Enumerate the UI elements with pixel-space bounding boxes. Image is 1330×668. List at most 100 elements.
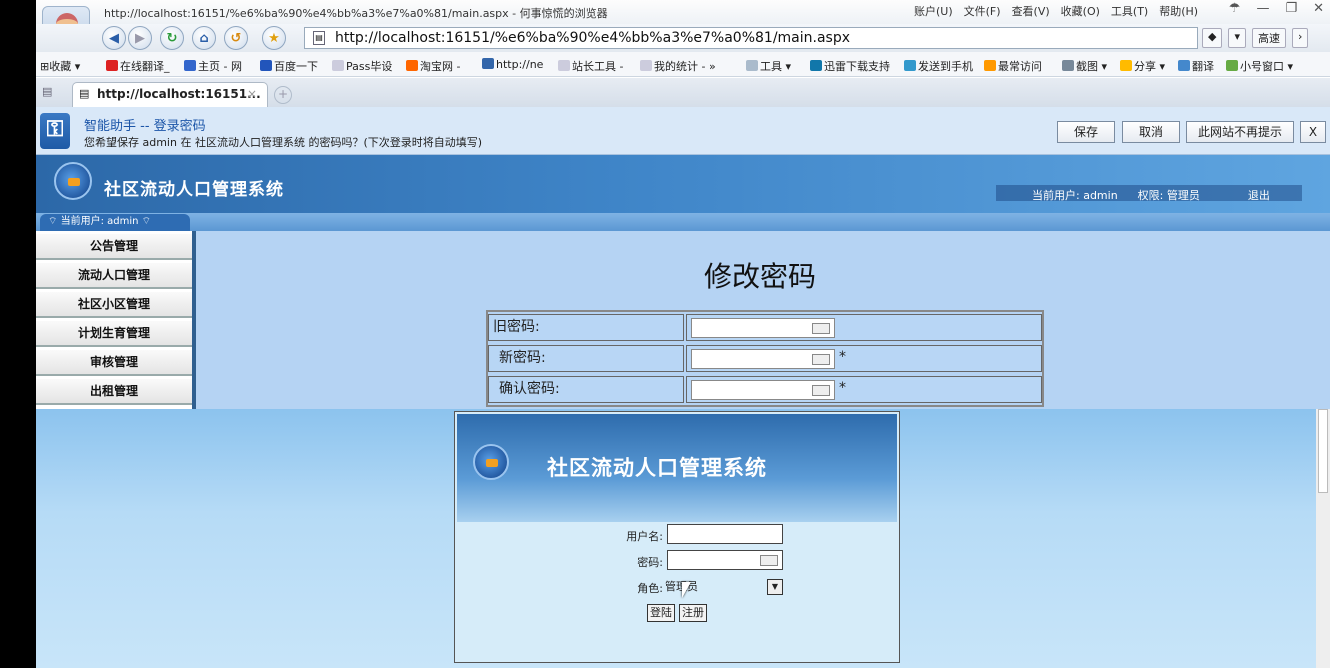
menu-bar: 账户(U) 文件(F) 查看(V) 收藏(O) 工具(T) 帮助(H) [914,3,1198,19]
refresh-icon[interactable]: ↻ [160,26,184,50]
required-mark: * [839,349,846,365]
xunlei-icon [810,60,822,71]
fav-http[interactable]: http://ne [482,58,543,71]
fav-collect[interactable]: ⊞收藏 ▾ [40,58,80,74]
current-user-tab: ⌔ 当前用户: admin ⌔ [40,214,190,231]
browser-window: http://localhost:16151/%e6%ba%90%e4%bb%a… [36,0,1330,668]
close-window-icon[interactable]: ✕ [1313,1,1324,16]
speed-button[interactable]: 高速 [1252,28,1286,48]
sidebar-item-floating-population[interactable]: 流动人口管理 [36,263,192,289]
more-icon[interactable]: › [1292,28,1309,48]
sidebar-item-community[interactable]: 社区小区管理 [36,292,192,318]
clock-icon [984,60,996,71]
fav-taobao[interactable]: 淘宝网 - [406,58,460,74]
register-button[interactable]: 注册 [679,604,707,622]
menu-account[interactable]: 账户(U) [914,3,953,19]
keyboard-icon[interactable] [812,354,830,365]
minimize-icon[interactable]: — [1256,1,1269,16]
app-name: 社区流动人口管理系统 [104,180,284,200]
fav-send-phone[interactable]: 发送到手机 [904,58,973,74]
fav-xunlei[interactable]: 迅雷下载支持 [810,58,890,74]
keyboard-icon[interactable] [812,323,830,334]
tab-main[interactable]: ▤ http://localhost:16151... × [72,82,268,107]
keyboard-icon[interactable] [812,385,830,396]
security-icon[interactable]: ◆ [1202,28,1223,48]
page-icon [640,60,652,71]
home-icon[interactable]: ⌂ [192,26,216,50]
vertical-scrollbar[interactable] [1316,409,1330,668]
fav-baidu[interactable]: 百度一下 [260,58,318,74]
fav-share[interactable]: 分享 ▾ [1120,58,1165,74]
fav-webmaster[interactable]: 站长工具 - [558,58,623,74]
undo-close-icon[interactable]: ↺ [224,26,248,50]
confirm-password-input[interactable] [691,380,835,400]
confirm-password-row: 确认密码: * [488,374,1042,405]
people-icon [1226,60,1238,71]
sidebar-item-rental[interactable]: 出租管理 [36,379,192,405]
menu-file[interactable]: 文件(F) [964,3,1001,19]
username-input[interactable] [667,524,783,544]
new-tab-icon[interactable]: + [274,86,292,104]
forward-icon[interactable]: ▶ [128,26,152,50]
login-header: 社区流动人口管理系统 [457,414,897,522]
menu-tools[interactable]: 工具(T) [1111,3,1148,19]
tab-close-icon[interactable]: × [247,83,257,105]
mouse-cursor-icon [682,582,691,598]
old-password-label: 旧密码: [488,314,684,341]
fav-small-window[interactable]: 小号窗口 ▾ [1226,58,1293,74]
main-content: 公告管理 流动人口管理 社区小区管理 计划生育管理 审核管理 出租管理 修改密码… [36,231,1330,409]
back-icon[interactable]: ◀ [102,26,126,50]
fav-stats[interactable]: 我的统计 - » [640,58,716,74]
login-box: 社区流动人口管理系统 用户名: 密码: 角色: 管理员 ▼ 登陆 注册 [454,411,900,663]
menu-favorites[interactable]: 收藏(O) [1061,3,1100,19]
sidebar-item-audit[interactable]: 审核管理 [36,350,192,376]
fav-most-visited[interactable]: 最常访问 [984,58,1042,74]
keyboard-icon[interactable] [760,555,778,566]
chevron-down-icon[interactable]: ▼ [767,579,783,595]
cancel-button[interactable]: 取消 [1122,121,1180,143]
fav-screenshot[interactable]: 截图 ▾ [1062,58,1107,74]
login-button[interactable]: 登陆 [647,604,675,622]
fav-tools[interactable]: 工具 ▾ [746,58,791,74]
phone-icon [904,60,916,71]
favorite-star-icon[interactable]: ★ [262,26,286,50]
helper-message: 您希望保存 admin 在 社区流动人口管理系统 的密码吗？(下次登录时将自动填… [84,136,483,149]
logout-link[interactable]: 退出 [1248,187,1270,203]
baidu-icon [260,60,272,71]
header-role: 权限: 管理员 [1137,189,1200,202]
title-bar: http://localhost:16151/%e6%ba%90%e4%bb%a… [36,0,1330,24]
menu-help[interactable]: 帮助(H) [1159,3,1198,19]
change-password-form: 旧密码: 新密码: * 确认密码: * [486,310,1044,407]
share-icon [1120,60,1132,71]
chart-icon [482,58,494,69]
never-prompt-button[interactable]: 此网站不再提示 [1186,121,1294,143]
username-label: 用户名: [626,530,663,543]
login-page: 社区流动人口管理系统 用户名: 密码: 角色: 管理员 ▼ 登陆 注册 [36,409,1330,668]
nav-right-tools: ◆ ▾ 高速 › [1202,28,1309,48]
fav-home[interactable]: 主页 - 网 [184,58,242,74]
old-password-input[interactable] [691,318,835,338]
fav-translate-tool[interactable]: 翻译 [1178,58,1214,74]
new-password-input[interactable] [691,349,835,369]
password-input[interactable] [667,550,783,570]
role-select[interactable]: 管理员 ▼ [663,578,783,596]
login-logo-icon [473,444,509,480]
fav-pass[interactable]: Pass毕设 [332,58,392,74]
close-helper-button[interactable]: X [1300,121,1326,143]
dropdown-icon[interactable]: ▾ [1228,28,1246,48]
taobao-icon [406,60,418,71]
sidebar-item-family-planning[interactable]: 计划生育管理 [36,321,192,347]
sidebar-item-notice[interactable]: 公告管理 [36,234,192,260]
address-bar[interactable]: ▤ http://localhost:16151/%e6%ba%90%e4%bb… [304,27,1198,49]
youdao-icon [106,60,118,71]
favorites-bar: ⊞收藏 ▾ 在线翻译_ 主页 - 网 百度一下 Pass毕设 淘宝网 - htt… [36,52,1330,77]
window-controls: ☂ — ❐ ✕ [1229,1,1324,16]
save-password-button[interactable]: 保存 [1057,121,1115,143]
fav-translate[interactable]: 在线翻译_ [106,58,170,74]
tab-list-icon[interactable]: ▤ [42,85,52,98]
skin-icon[interactable]: ☂ [1229,1,1241,16]
old-password-row: 旧密码: [488,312,1042,343]
menu-view[interactable]: 查看(V) [1012,3,1050,19]
scrollbar-thumb[interactable] [1318,409,1328,493]
restore-icon[interactable]: ❐ [1285,1,1297,16]
